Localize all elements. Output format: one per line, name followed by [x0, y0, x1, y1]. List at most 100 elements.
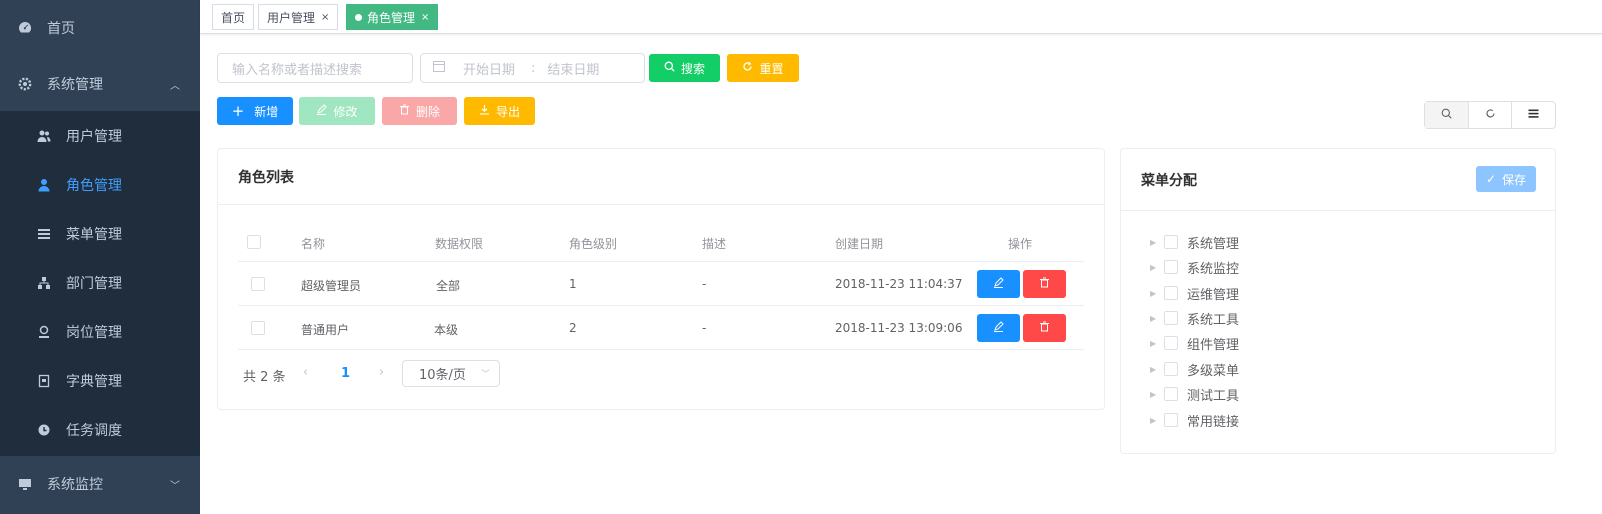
tag-home[interactable]: 首页: [212, 4, 255, 30]
search-button[interactable]: 搜索: [649, 54, 720, 82]
row-edit-button[interactable]: [977, 314, 1020, 342]
tree-checkbox[interactable]: [1164, 336, 1178, 350]
tree-label: 测试工具: [1187, 388, 1240, 404]
export-button[interactable]: 导出: [464, 97, 535, 125]
edit-icon: [993, 277, 1004, 291]
plus-icon: +: [231, 102, 245, 120]
tags-view: 首页 用户管理 × 角色管理 ×: [200, 0, 1602, 34]
start-date-placeholder[interactable]: 开始日期: [463, 59, 525, 78]
tag-user[interactable]: 用户管理 ×: [258, 4, 339, 30]
role-icon: [37, 178, 51, 192]
sidebar-item-label: 岗位管理: [66, 325, 122, 341]
pagination-total: 共 2 条: [243, 370, 286, 385]
sidebar-item-posts[interactable]: 岗位管理: [0, 307, 200, 357]
close-icon[interactable]: ×: [421, 12, 429, 23]
tree-node[interactable]: ▶ 系统工具: [1150, 308, 1239, 328]
save-button[interactable]: ✓ 保存: [1476, 166, 1536, 192]
tag-role[interactable]: 角色管理 ×: [346, 4, 439, 30]
search-icon: [664, 61, 675, 75]
dict-icon: [37, 374, 51, 388]
end-date-placeholder[interactable]: 结束日期: [547, 59, 599, 78]
sidebar-item-home[interactable]: 首页: [0, 0, 200, 56]
reset-button[interactable]: 重置: [727, 54, 799, 82]
select-all-checkbox[interactable]: [247, 235, 261, 249]
row-checkbox[interactable]: [251, 277, 265, 291]
row-edit-button[interactable]: [977, 270, 1020, 298]
page-number[interactable]: 1: [341, 366, 350, 381]
trash-icon: [1039, 277, 1050, 291]
delete-button[interactable]: 删除: [382, 97, 457, 125]
caret-right-icon[interactable]: ▶: [1150, 289, 1164, 298]
sidebar-item-label: 任务调度: [66, 423, 122, 439]
caret-right-icon[interactable]: ▶: [1150, 263, 1164, 272]
sidebar-label-system: 系统管理: [47, 77, 103, 93]
date-range-picker[interactable]: 开始日期 : 结束日期: [420, 53, 645, 83]
page-size-select[interactable]: 10条/页 ﹀: [402, 360, 500, 387]
add-button[interactable]: + 新增: [217, 97, 293, 125]
tree-node[interactable]: ▶ 测试工具: [1150, 384, 1239, 404]
calendar-icon: [433, 60, 445, 76]
chevron-down-icon: ﹀: [170, 480, 180, 492]
caret-right-icon[interactable]: ▶: [1150, 314, 1164, 323]
row-checkbox[interactable]: [251, 321, 265, 335]
column-header[interactable]: 名称: [301, 235, 325, 252]
caret-right-icon[interactable]: ▶: [1150, 238, 1164, 247]
tree-label: 系统监控: [1187, 261, 1240, 277]
edit-button[interactable]: 修改: [299, 97, 375, 125]
caret-right-icon[interactable]: ▶: [1150, 390, 1164, 399]
close-icon[interactable]: ×: [321, 12, 329, 23]
caret-right-icon[interactable]: ▶: [1150, 339, 1164, 348]
tree-label: 多级菜单: [1187, 363, 1240, 379]
sidebar-item-system[interactable]: 系统管理 ︿: [0, 56, 200, 112]
tree-checkbox[interactable]: [1164, 413, 1178, 427]
columns-button[interactable]: [1512, 102, 1555, 128]
tree-node[interactable]: ▶ 系统监控: [1150, 257, 1239, 277]
tree-node[interactable]: ▶ 常用链接: [1150, 410, 1239, 430]
chevron-up-icon: ︿: [170, 80, 180, 92]
tree-label: 系统工具: [1187, 312, 1240, 328]
row-delete-button[interactable]: [1023, 270, 1066, 298]
search-input[interactable]: 输入名称或者描述搜索: [217, 53, 413, 83]
caret-right-icon[interactable]: ▶: [1150, 416, 1164, 425]
sidebar-item-monitor[interactable]: 系统监控 ﹀: [0, 456, 200, 512]
tree-node[interactable]: ▶ 系统管理: [1150, 232, 1239, 252]
tree-checkbox[interactable]: [1164, 311, 1178, 325]
sidebar-item-label: 字典管理: [66, 374, 122, 390]
tree-label: 系统管理: [1187, 236, 1240, 252]
caret-right-icon[interactable]: ▶: [1150, 365, 1164, 374]
cell-level: 2: [569, 321, 577, 335]
sidebar-item-label: 菜单管理: [66, 227, 122, 243]
refresh-button[interactable]: [1469, 102, 1513, 128]
tree-node[interactable]: ▶ 运维管理: [1150, 283, 1239, 303]
search-button-label: 搜索: [680, 61, 705, 76]
tree-checkbox[interactable]: [1164, 362, 1178, 376]
date-separator: :: [531, 60, 536, 76]
next-page-icon[interactable]: ›: [379, 365, 384, 380]
sidebar-item-depts[interactable]: 部门管理: [0, 258, 200, 308]
sidebar-item-menus[interactable]: 菜单管理: [0, 209, 200, 259]
tree-checkbox[interactable]: [1164, 387, 1178, 401]
tree-checkbox[interactable]: [1164, 286, 1178, 300]
sidebar-item-roles[interactable]: 角色管理: [0, 160, 200, 210]
sidebar-item-dicts[interactable]: 字典管理: [0, 356, 200, 406]
edit-button-label: 修改: [333, 104, 358, 119]
column-header[interactable]: 描述: [702, 235, 726, 252]
tree-checkbox[interactable]: [1164, 235, 1178, 249]
column-header[interactable]: 角色级别: [569, 235, 617, 252]
toggle-search-button[interactable]: [1425, 102, 1469, 128]
sidebar-item-jobs[interactable]: 任务调度: [0, 405, 200, 455]
cell-level: 1: [569, 277, 577, 291]
column-header[interactable]: 创建日期: [835, 235, 883, 252]
sidebar-item-users[interactable]: 用户管理: [0, 111, 200, 161]
sidebar-item-label: 部门管理: [66, 276, 122, 292]
row-delete-button[interactable]: [1023, 314, 1066, 342]
search-icon: [1441, 108, 1452, 122]
tag-label: 用户管理: [267, 10, 316, 25]
cell-desc: -: [702, 277, 707, 291]
refresh-icon: [742, 61, 753, 75]
column-header[interactable]: 数据权限: [435, 235, 483, 252]
tree-node[interactable]: ▶ 组件管理: [1150, 333, 1239, 353]
prev-page-icon[interactable]: ‹: [303, 365, 308, 380]
tree-node[interactable]: ▶ 多级菜单: [1150, 359, 1239, 379]
tree-checkbox[interactable]: [1164, 260, 1178, 274]
